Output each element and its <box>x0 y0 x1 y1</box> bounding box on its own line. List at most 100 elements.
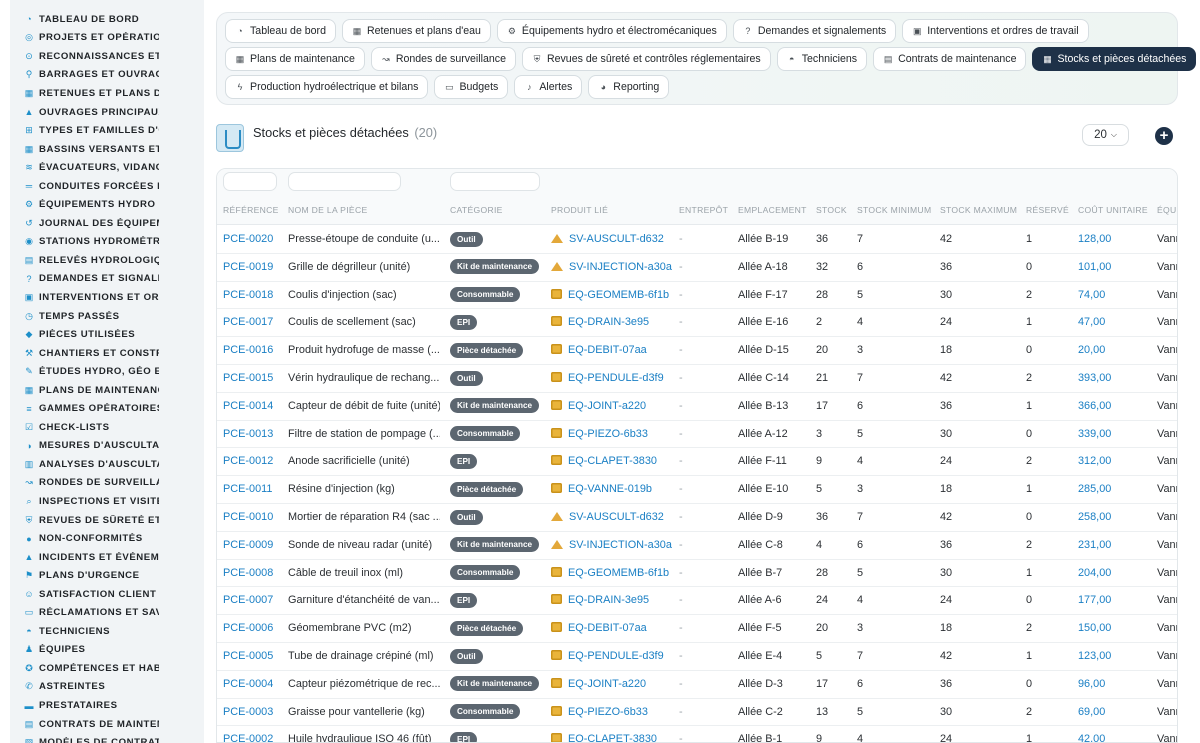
add-button[interactable]: + <box>1155 127 1173 145</box>
table-row[interactable]: PCE-0008 Câble de treuil inox (ml) Consomm… <box>217 560 1177 588</box>
sidebar-item[interactable]: ⌕ INSPECTIONS ET VISITES <box>10 492 204 511</box>
linked-product-link[interactable]: SV-INJECTION-a30a <box>569 261 672 273</box>
col-category-header[interactable]: CATÉGORIE <box>450 205 503 215</box>
nav-tab[interactable]: ◕ Reporting <box>588 75 670 99</box>
col-location-header[interactable]: EMPLACEMENT <box>738 205 807 215</box>
sidebar-item[interactable]: ↺ JOURNAL DES ÉQUIPEME <box>10 214 204 233</box>
table-row[interactable]: PCE-0016 Produit hydrofuge de masse (... P… <box>217 337 1177 365</box>
col-reference-cell[interactable]: PCE-0002 <box>223 726 273 742</box>
nav-tab[interactable]: ϟ Production hydroélectrique et bilans <box>225 75 429 99</box>
col-linked-product-cell[interactable]: EQ-DRAIN-3e95 <box>551 587 649 615</box>
table-row[interactable]: PCE-0020 Presse-étoupe de conduite (u... O… <box>217 226 1177 254</box>
sidebar-item[interactable]: ⚲ BARRAGES ET OUVRAGE <box>10 66 204 85</box>
col-stock-header[interactable]: STOCK <box>816 205 847 215</box>
sidebar-item[interactable]: ✎ ÉTUDES HYDRO, GÉO ET <box>10 362 204 381</box>
sidebar-item[interactable]: ◓ TECHNICIENS <box>10 622 204 641</box>
col-reference-cell[interactable]: PCE-0008 <box>223 560 273 588</box>
table-row[interactable]: PCE-0011 Résine d'injection (kg) Pièce dét… <box>217 476 1177 504</box>
sidebar-item[interactable]: ◉ STATIONS HYDROMÉTRIC <box>10 233 204 252</box>
col-linked-product-cell[interactable]: EQ-DRAIN-3e95 <box>551 309 649 337</box>
sidebar-item[interactable]: ◔ TABLEAU DE BORD <box>10 10 204 29</box>
linked-product-link[interactable]: EQ-VANNE-019b <box>568 483 652 495</box>
sidebar-item[interactable]: ◑ MESURES D'AUSCULTATI <box>10 437 204 456</box>
table-row[interactable]: PCE-0007 Garniture d'étanchéité de van...… <box>217 587 1177 616</box>
col-linked-product-cell[interactable]: SV-AUSCULT-d632 <box>551 504 664 532</box>
nav-tab[interactable]: ▦ Retenues et plans d'eau <box>341 19 491 43</box>
sidebar-item[interactable]: ▧ MODÈLES DE CONTRATS <box>10 733 204 743</box>
table-row[interactable]: PCE-0009 Sonde de niveau radar (unité) Kit… <box>217 532 1177 560</box>
sidebar-item[interactable]: ⊙ RECONNAISSANCES ET V <box>10 47 204 66</box>
sidebar-item[interactable]: ↝ RONDES DE SURVEILLAN <box>10 474 204 493</box>
table-row[interactable]: PCE-0004 Capteur piézométrique de rec... K… <box>217 671 1177 699</box>
nav-tab[interactable]: ◓ Techniciens <box>776 47 868 71</box>
sidebar-item[interactable]: ▤ CONTRATS DE MAINTENA <box>10 715 204 734</box>
table-row[interactable]: PCE-0010 Mortier de réparation R4 (sac ..… <box>217 504 1177 532</box>
per-page-select[interactable]: 20 ⌵ <box>1082 124 1129 146</box>
sidebar-item[interactable]: ◷ TEMPS PASSÉS <box>10 307 204 326</box>
col-linked-product-cell[interactable]: EQ-PIEZO-6b33 <box>551 421 648 449</box>
col-linked-product-cell[interactable]: EQ-CLAPET-3830 <box>551 448 657 476</box>
col-reference-cell[interactable]: PCE-0018 <box>223 282 273 310</box>
col-linked-product-cell[interactable]: EQ-DEBIT-07aa <box>551 337 647 365</box>
col-reference-cell[interactable]: PCE-0017 <box>223 309 273 337</box>
sidebar-item[interactable]: ≡ GAMMES OPÉRATOIRES <box>10 399 204 418</box>
linked-product-link[interactable]: EQ-PENDULE-d3f9 <box>568 650 664 662</box>
linked-product-link[interactable]: EQ-JOINT-a220 <box>568 678 646 690</box>
nav-tab[interactable]: ▦ Stocks et pièces détachées <box>1032 47 1197 71</box>
filter-name-input[interactable] <box>288 172 401 191</box>
nav-tab[interactable]: ▣ Interventions et ordres de travail <box>902 19 1089 43</box>
nav-tab[interactable]: ▤ Contrats de maintenance <box>873 47 1027 71</box>
col-reference-cell[interactable]: PCE-0010 <box>223 504 273 532</box>
col-warehouse-header[interactable]: ENTREPÔT <box>679 205 728 215</box>
sidebar-item[interactable]: ⚙ ÉQUIPEMENTS HYDRO ET <box>10 195 204 214</box>
table-row[interactable]: PCE-0015 Vérin hydraulique de rechang... O… <box>217 365 1177 393</box>
col-linked-product-cell[interactable]: EQ-CLAPET-3830 <box>551 726 657 742</box>
table-row[interactable]: PCE-0018 Coulis d'injection (sac) Consomma… <box>217 282 1177 310</box>
linked-product-link[interactable]: EQ-GEOMEMB-6f1b <box>568 567 669 579</box>
sidebar-item[interactable]: ? DEMANDES ET SIGNALEM <box>10 270 204 289</box>
linked-product-link[interactable]: SV-INJECTION-a30a <box>569 539 672 551</box>
nav-tab[interactable]: ◔ Tableau de bord <box>225 19 336 43</box>
col-linked-product-cell[interactable]: EQ-JOINT-a220 <box>551 393 646 421</box>
col-equipment-header[interactable]: ÉQU <box>1157 205 1177 215</box>
sidebar-item[interactable]: ⊞ TYPES ET FAMILLES D'OU <box>10 121 204 140</box>
sidebar-item[interactable]: ✆ ASTREINTES <box>10 678 204 697</box>
sidebar-item[interactable]: ≋ ÉVACUATEURS, VIDANGE <box>10 158 204 177</box>
linked-product-link[interactable]: EQ-DEBIT-07aa <box>568 344 647 356</box>
col-linked-product-cell[interactable]: SV-AUSCULT-d632 <box>551 226 664 254</box>
col-linked-product-cell[interactable]: EQ-PENDULE-d3f9 <box>551 643 664 671</box>
col-reference-cell[interactable]: PCE-0020 <box>223 226 273 254</box>
linked-product-link[interactable]: EQ-PENDULE-d3f9 <box>568 372 664 384</box>
col-stock-max-header[interactable]: STOCK MAXIMUM <box>940 205 1017 215</box>
col-reference-cell[interactable]: PCE-0003 <box>223 699 273 727</box>
table-row[interactable]: PCE-0012 Anode sacrificielle (unité) EPI EQ… <box>217 448 1177 477</box>
nav-tab[interactable]: ? Demandes et signalements <box>732 19 897 43</box>
col-reserved-header[interactable]: RÉSERVÉ <box>1026 205 1069 215</box>
col-linked-product-cell[interactable]: EQ-PENDULE-d3f9 <box>551 365 664 393</box>
sidebar-item[interactable]: ☑ CHECK-LISTS <box>10 418 204 437</box>
table-row[interactable]: PCE-0017 Coulis de scellement (sac) EPI EQ-… <box>217 309 1177 338</box>
sidebar-item[interactable]: ◆ PIÈCES UTILISÉES <box>10 325 204 344</box>
table-row[interactable]: PCE-0013 Filtre de station de pompage (..… <box>217 421 1177 449</box>
sidebar-item[interactable]: ● NON-CONFORMITÉS <box>10 529 204 548</box>
sidebar-item[interactable]: ▤ RELEVÉS HYDROLOGIQU <box>10 251 204 270</box>
col-unit-cost-header[interactable]: COÛT UNITAIRE <box>1078 205 1148 215</box>
nav-tab[interactable]: ⛨ Revues de sûreté et contrôles réglement… <box>521 47 771 71</box>
sidebar-item[interactable]: ✪ COMPÉTENCES ET HABIL <box>10 659 204 678</box>
linked-product-link[interactable]: EQ-DRAIN-3e95 <box>568 316 649 328</box>
col-reference-header[interactable]: RÉFÉRENCE <box>223 205 279 215</box>
table-row[interactable]: PCE-0002 Huile hydraulique ISO 46 (fût) EP… <box>217 726 1177 742</box>
sidebar-item[interactable]: ▣ INTERVENTIONS ET ORDI <box>10 288 204 307</box>
col-reference-cell[interactable]: PCE-0014 <box>223 393 273 421</box>
col-reference-cell[interactable]: PCE-0015 <box>223 365 273 393</box>
col-reference-cell[interactable]: PCE-0019 <box>223 254 273 282</box>
col-reference-cell[interactable]: PCE-0005 <box>223 643 273 671</box>
linked-product-link[interactable]: EQ-PIEZO-6b33 <box>568 706 648 718</box>
filter-reference-input[interactable] <box>223 172 277 191</box>
sidebar-item[interactable]: ⚒ CHANTIERS ET CONSTRU <box>10 344 204 363</box>
col-reference-cell[interactable]: PCE-0011 <box>223 476 272 504</box>
col-linked-product-cell[interactable]: EQ-VANNE-019b <box>551 476 652 504</box>
sidebar-item[interactable]: ▲ OUVRAGES PRINCIPAUX <box>10 103 204 122</box>
sidebar-item[interactable]: ▦ BASSINS VERSANTS ET A <box>10 140 204 159</box>
table-row[interactable]: PCE-0005 Tube de drainage crépiné (ml) Out… <box>217 643 1177 671</box>
